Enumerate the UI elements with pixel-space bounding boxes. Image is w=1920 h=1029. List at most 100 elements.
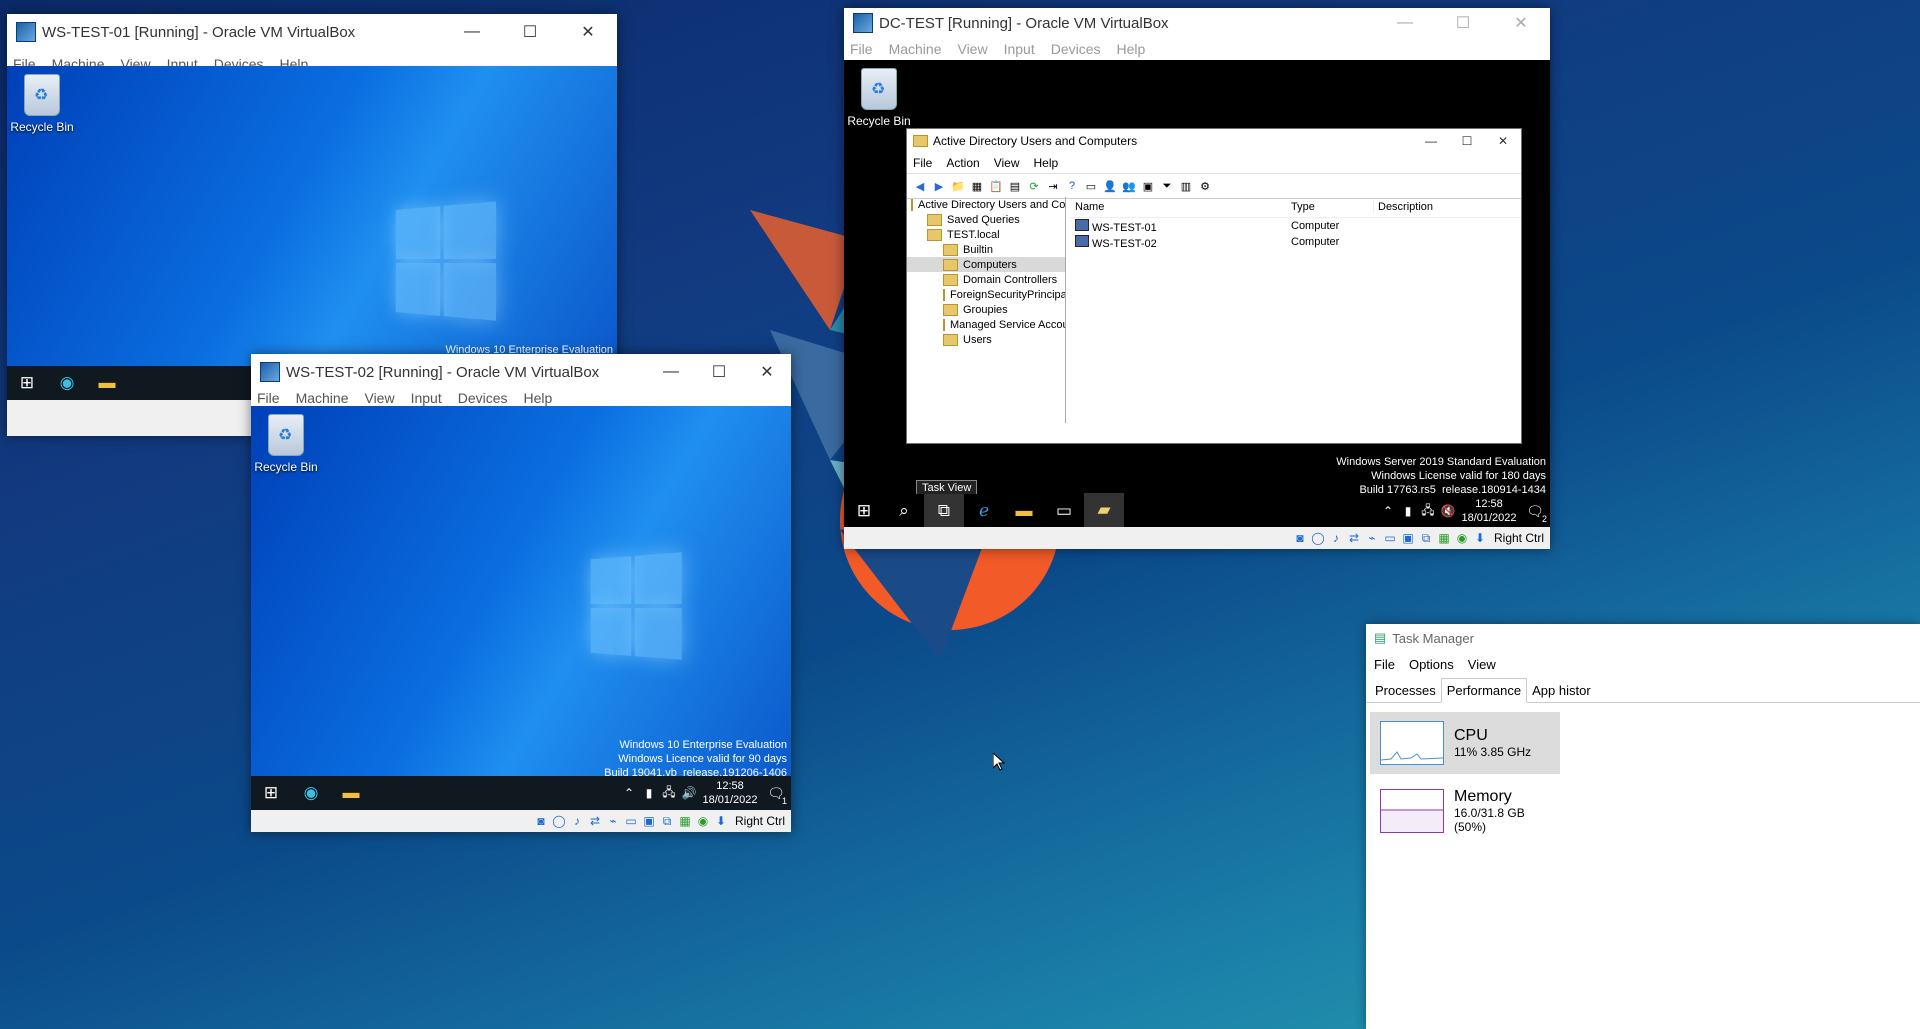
- minimize-button[interactable]: —: [443, 14, 501, 50]
- internet-explorer-icon[interactable]: ℯ: [964, 494, 1004, 528]
- ad-tree-pane[interactable]: Active Directory Users and Com Saved Que…: [907, 197, 1066, 423]
- guest-screen[interactable]: Recycle Bin Windows 10 Enterprise Evalua…: [251, 406, 791, 810]
- ad-menu-file[interactable]: File: [913, 156, 932, 170]
- export-icon[interactable]: ⇥: [1044, 178, 1062, 194]
- tray-chevron-icon[interactable]: ⌃: [1378, 494, 1398, 528]
- show-tree-icon[interactable]: ▦: [968, 178, 986, 194]
- tray-chevron-icon[interactable]: ⌃: [619, 776, 639, 810]
- hdd-icon[interactable]: ◙: [533, 813, 549, 829]
- guest-screen[interactable]: Recycle Bin Active Directory Users and C…: [844, 60, 1550, 528]
- menu-devices[interactable]: Devices: [458, 390, 508, 406]
- file-explorer-icon[interactable]: ▬: [1004, 494, 1044, 528]
- display-icon[interactable]: ▣: [641, 813, 657, 829]
- ad-title-bar[interactable]: Active Directory Users and Computers — ☐…: [907, 129, 1521, 153]
- list-item[interactable]: WS-TEST-02 Computer: [1069, 234, 1521, 250]
- tm-menu-options[interactable]: Options: [1409, 657, 1454, 672]
- tree-item-computers[interactable]: Computers: [907, 257, 1065, 272]
- volume-icon[interactable]: 🔊: [679, 776, 699, 810]
- memory-tile[interactable]: Memory 16.0/31.8 GB (50%): [1370, 780, 1560, 842]
- file-explorer-icon[interactable]: ▬: [87, 366, 127, 400]
- menu-machine[interactable]: Machine: [296, 390, 349, 406]
- battery-icon[interactable]: ▮: [1398, 494, 1418, 528]
- task-manager-window[interactable]: ▤ Task Manager File Options View Process…: [1366, 624, 1920, 1029]
- hdd-icon[interactable]: ◙: [1292, 530, 1308, 546]
- audio-icon[interactable]: ♪: [1328, 530, 1344, 546]
- audio-icon[interactable]: ♪: [569, 813, 585, 829]
- cpu-status-icon[interactable]: ▦: [677, 813, 693, 829]
- maximize-button[interactable]: ☐: [1434, 8, 1492, 38]
- mouse-integration-icon[interactable]: ◉: [1454, 530, 1470, 546]
- file-explorer-icon[interactable]: ▬: [331, 776, 371, 810]
- start-icon[interactable]: ⊞: [7, 366, 47, 400]
- maximize-button[interactable]: ☐: [501, 14, 559, 50]
- network-icon[interactable]: 🖧: [659, 776, 679, 810]
- start-icon[interactable]: ⊞: [251, 776, 291, 810]
- console-icon[interactable]: ▭: [1082, 178, 1100, 194]
- tree-item-groupies[interactable]: Groupies: [907, 302, 1065, 317]
- tree-item-saved-queries[interactable]: Saved Queries: [907, 212, 1065, 227]
- cpu-tile[interactable]: CPU 11% 3.85 GHz: [1370, 712, 1560, 774]
- vm-window-ws-test-02[interactable]: WS-TEST-02 [Running] - Oracle VM Virtual…: [251, 354, 791, 832]
- menu-devices[interactable]: Devices: [1051, 41, 1101, 57]
- tree-item-foreign-security-principals[interactable]: ForeignSecurityPrincipals: [907, 287, 1065, 302]
- ad-close-button[interactable]: ✕: [1485, 129, 1521, 153]
- tree-item-managed-service-accounts[interactable]: Managed Service Accour: [907, 317, 1065, 332]
- tree-item-builtin[interactable]: Builtin: [907, 242, 1065, 257]
- ad-menu-view[interactable]: View: [994, 156, 1020, 170]
- clock[interactable]: 12:58 18/01/2022: [699, 779, 761, 807]
- close-button[interactable]: ✕: [559, 14, 617, 50]
- task-view-icon[interactable]: ⧉: [924, 494, 964, 528]
- new-ou-icon[interactable]: ▣: [1139, 178, 1157, 194]
- network-status-icon[interactable]: ⇄: [587, 813, 603, 829]
- network-icon[interactable]: 🖧: [1418, 494, 1438, 528]
- guest-screen[interactable]: Recycle Bin Windows 10 Enterprise Evalua…: [7, 66, 617, 400]
- back-icon[interactable]: ◀: [911, 178, 929, 194]
- new-user-icon[interactable]: 👤: [1101, 178, 1119, 194]
- list-item[interactable]: WS-TEST-01 Computer: [1069, 218, 1521, 234]
- add-to-group-icon[interactable]: ▥: [1177, 178, 1195, 194]
- keyboard-capture-icon[interactable]: ⬇: [713, 813, 729, 829]
- close-button[interactable]: ✕: [743, 354, 791, 390]
- minimize-button[interactable]: —: [647, 354, 695, 390]
- tm-title-bar[interactable]: ▤ Task Manager: [1366, 624, 1920, 652]
- clipboard-icon[interactable]: 📋: [987, 178, 1005, 194]
- notification-icon[interactable]: 🗨 1: [761, 776, 791, 810]
- properties-icon[interactable]: ▤: [1006, 178, 1024, 194]
- minimize-button[interactable]: —: [1376, 8, 1434, 38]
- menu-input[interactable]: Input: [1004, 41, 1035, 57]
- recycle-bin[interactable]: Recycle Bin: [844, 68, 914, 128]
- mouse-integration-icon[interactable]: ◉: [695, 813, 711, 829]
- optical-icon[interactable]: ◯: [551, 813, 567, 829]
- maximize-button[interactable]: ☐: [695, 354, 743, 390]
- ad-users-computers-window[interactable]: Active Directory Users and Computers — ☐…: [906, 128, 1522, 444]
- filter-icon[interactable]: ⏷: [1158, 178, 1176, 194]
- keyboard-capture-icon[interactable]: ⬇: [1472, 530, 1488, 546]
- vm-window-dc-test[interactable]: DC-TEST [Running] - Oracle VM VirtualBox…: [844, 8, 1550, 549]
- tree-item-test-local[interactable]: TEST.local: [907, 227, 1065, 242]
- menu-machine[interactable]: Machine: [889, 41, 942, 57]
- new-group-icon[interactable]: 👥: [1120, 178, 1138, 194]
- edge-icon[interactable]: ◉: [47, 366, 87, 400]
- notification-icon[interactable]: 🗨 2: [1520, 494, 1550, 528]
- cpu-status-icon[interactable]: ▦: [1436, 530, 1452, 546]
- menu-view[interactable]: View: [957, 41, 987, 57]
- edge-icon[interactable]: ◉: [291, 776, 331, 810]
- tree-item-users[interactable]: Users: [907, 332, 1065, 347]
- usb-icon[interactable]: ⌁: [605, 813, 621, 829]
- title-bar[interactable]: DC-TEST [Running] - Oracle VM VirtualBox…: [844, 8, 1550, 38]
- menu-input[interactable]: Input: [411, 390, 442, 406]
- menu-view[interactable]: View: [364, 390, 394, 406]
- ad-menu-action[interactable]: Action: [946, 156, 979, 170]
- recording-icon[interactable]: ⧉: [1418, 530, 1434, 546]
- col-description[interactable]: Description: [1373, 201, 1498, 213]
- usb-icon[interactable]: ⌁: [1364, 530, 1380, 546]
- optical-icon[interactable]: ◯: [1310, 530, 1326, 546]
- refresh-icon[interactable]: ⟳: [1025, 178, 1043, 194]
- ad-list-pane[interactable]: Name Type Description WS-TEST-01 Compute…: [1069, 197, 1521, 423]
- tree-item-domain-controllers[interactable]: Domain Controllers: [907, 272, 1065, 287]
- title-bar[interactable]: WS-TEST-01 [Running] - Oracle VM Virtual…: [7, 14, 617, 50]
- recycle-bin[interactable]: Recycle Bin: [251, 414, 321, 474]
- recycle-bin[interactable]: Recycle Bin: [7, 74, 77, 134]
- tab-performance[interactable]: Performance: [1441, 678, 1527, 703]
- ad-taskbar-icon[interactable]: ▰: [1084, 493, 1124, 528]
